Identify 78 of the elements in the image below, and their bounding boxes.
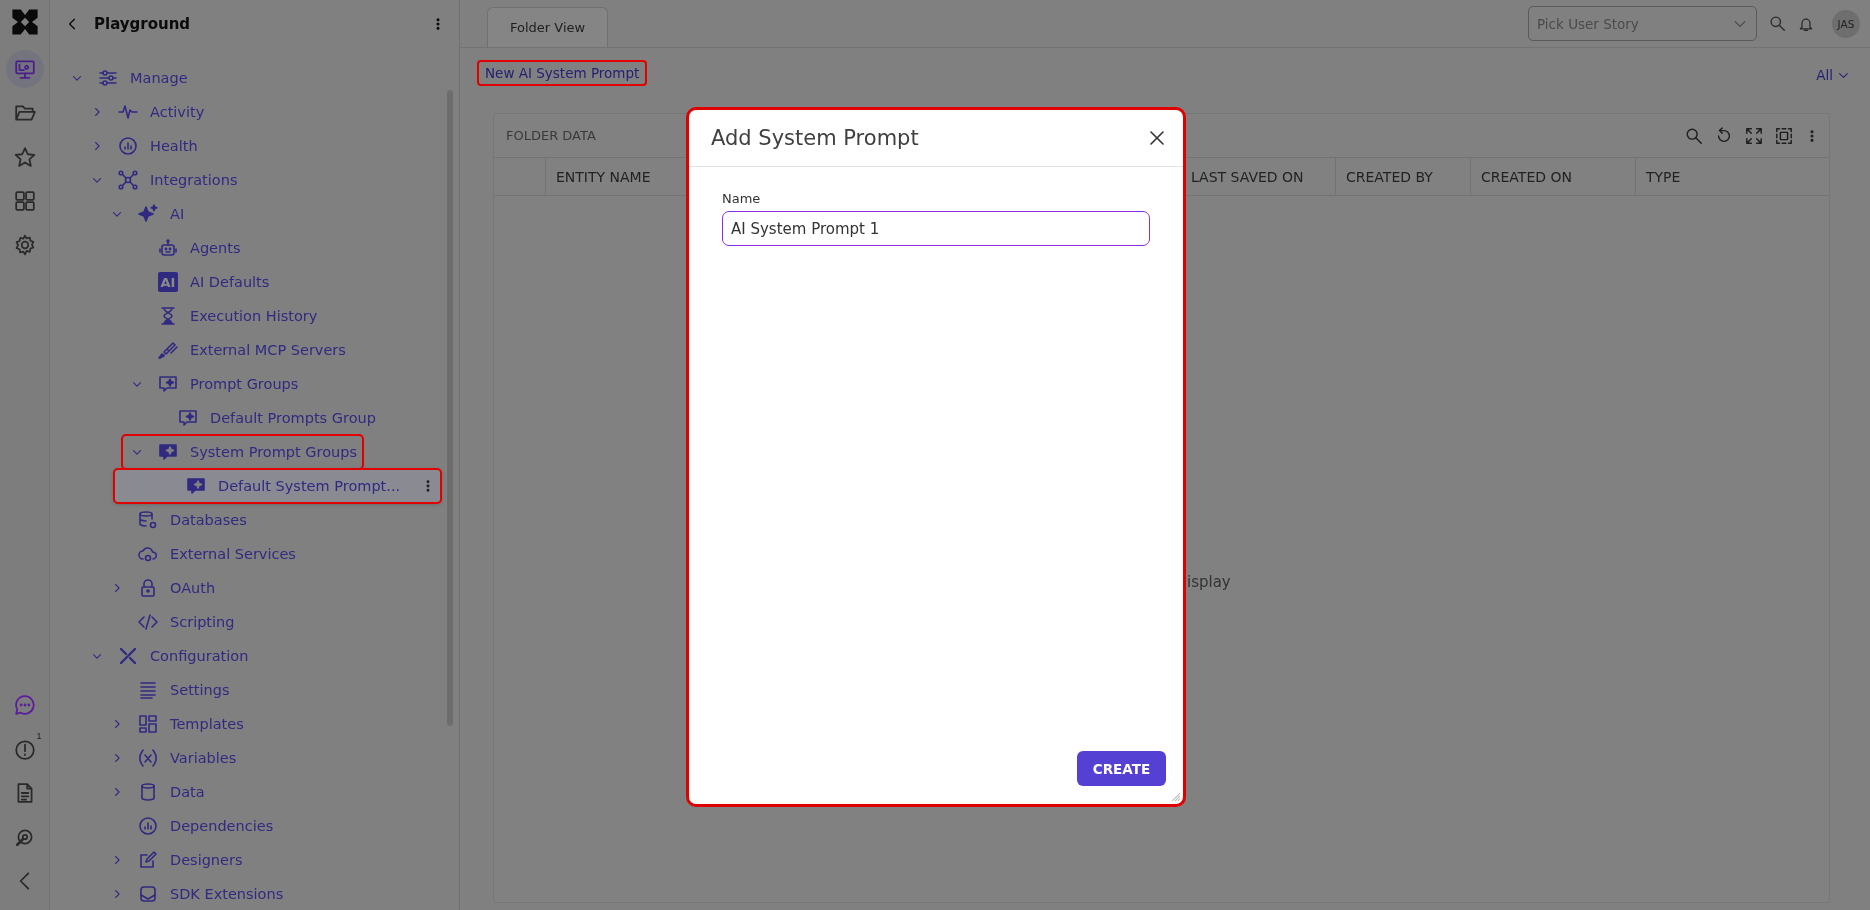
- alerts-button[interactable]: 1: [5, 730, 44, 768]
- tree-item[interactable]: AI AI Defaults: [50, 265, 441, 299]
- chat-sparkle-icon: [158, 374, 178, 394]
- lock-icon: [138, 578, 158, 598]
- cylinder-icon: [138, 782, 158, 802]
- tree-item[interactable]: Variables: [50, 741, 441, 775]
- package-icon: [138, 884, 158, 904]
- column-header[interactable]: TYPE: [1636, 158, 1829, 195]
- select-area-icon: [1775, 126, 1793, 145]
- tab[interactable]: Folder View: [487, 7, 609, 47]
- card-title: FOLDER DATA: [506, 128, 596, 143]
- tree-item[interactable]: Databases: [50, 503, 441, 537]
- tree-item[interactable]: Scripting: [50, 605, 441, 639]
- column-header[interactable]: CREATED ON: [1471, 158, 1636, 195]
- cloud-gear-icon: [138, 544, 158, 564]
- pulse-icon: [118, 102, 138, 122]
- create-button[interactable]: CREATE: [1077, 751, 1166, 786]
- chat-icon: [13, 694, 36, 716]
- robot-icon: [158, 238, 178, 258]
- expand-icon: [1745, 126, 1763, 145]
- tree-item[interactable]: Designers: [50, 843, 441, 877]
- tree-item[interactable]: Prompt Groups: [50, 367, 441, 401]
- code-icon: [138, 612, 158, 632]
- sidebar-title: Playground: [94, 15, 192, 33]
- new-prompt-link[interactable]: New AI System Prompt: [477, 60, 648, 86]
- logo-icon: [10, 8, 39, 36]
- filter-dropdown[interactable]: All: [1816, 67, 1850, 83]
- user-avatar[interactable]: JAS: [1832, 9, 1860, 38]
- search-icon: [1685, 126, 1703, 145]
- tree-item[interactable]: External MCP Servers: [50, 333, 441, 367]
- tree-item[interactable]: Templates: [50, 707, 441, 741]
- ai-badge: AI: [158, 272, 178, 292]
- sliders-icon: [98, 68, 118, 88]
- tree-item[interactable]: Agents: [50, 231, 441, 265]
- tree-item[interactable]: Execution History: [50, 299, 441, 333]
- close-icon: [1147, 128, 1167, 148]
- gauge-icon: [138, 816, 158, 836]
- sparkle-icon: [138, 204, 158, 224]
- name-input-field[interactable]: AI System Prompt 1: [722, 211, 1150, 246]
- tree-item[interactable]: OAuth: [50, 571, 441, 605]
- dialog-title: Add System Prompt: [711, 126, 920, 150]
- refresh-icon: [1715, 126, 1733, 145]
- tree-item[interactable]: AI: [50, 197, 441, 231]
- network-icon: [118, 170, 138, 190]
- hourglass-icon: [158, 306, 178, 326]
- tree-item[interactable]: Manage: [50, 61, 441, 95]
- empty-state-text: isplay: [1187, 573, 1231, 591]
- tree-item[interactable]: Activity: [50, 95, 441, 129]
- alert-count: 1: [36, 731, 42, 741]
- tree-item[interactable]: Settings: [50, 673, 441, 707]
- tree-item[interactable]: Default Prompts Group: [50, 401, 441, 435]
- alert-icon: [13, 738, 36, 760]
- settings-icon: [13, 234, 36, 256]
- variable-icon: [138, 748, 158, 768]
- lines-icon: [138, 680, 158, 700]
- star-icon: [13, 146, 36, 168]
- tree-item[interactable]: External Services: [50, 537, 441, 571]
- tree-item[interactable]: Integrations: [50, 163, 441, 197]
- grid-icon: [138, 714, 158, 734]
- search-icon: [1769, 15, 1786, 32]
- tree-item[interactable]: SDK Extensions: [50, 877, 441, 910]
- tree-item[interactable]: Health: [50, 129, 441, 163]
- edit-icon: [138, 850, 158, 870]
- tree-item[interactable]: Configuration: [50, 639, 441, 673]
- monitor-icon: [13, 58, 36, 80]
- monitor-button[interactable]: [5, 50, 44, 88]
- chat-sparkle-icon: [178, 408, 198, 428]
- column-header[interactable]: CREATED BY: [1336, 158, 1471, 195]
- tree-item[interactable]: Data: [50, 775, 441, 809]
- grid-icon: [13, 190, 36, 212]
- gauge-icon: [118, 136, 138, 156]
- field-label: Name: [722, 191, 762, 206]
- tree-item[interactable]: System Prompt Groups: [122, 435, 363, 469]
- tree-item[interactable]: Dependencies: [50, 809, 441, 843]
- database-gear-icon: [138, 510, 158, 530]
- tree-item[interactable]: Default System Prompt...: [114, 469, 441, 503]
- chat-sparkle-icon: [186, 476, 206, 496]
- chat-sparkle-icon: [158, 442, 178, 462]
